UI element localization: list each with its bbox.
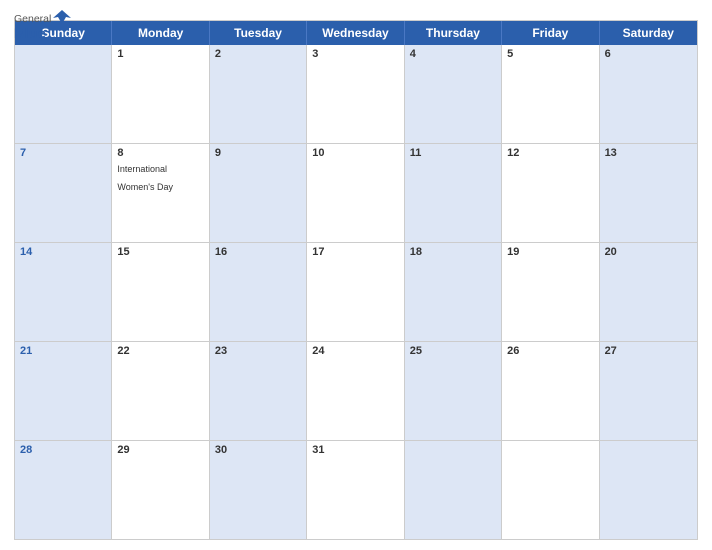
calendar-cell: 25: [405, 342, 502, 440]
calendar-cell: 5: [502, 45, 599, 143]
calendar-cell: 19: [502, 243, 599, 341]
day-number: 27: [605, 345, 692, 357]
calendar-body: 12345678International Women's Day9101112…: [15, 45, 697, 539]
day-number: 24: [312, 345, 398, 357]
day-number: 9: [215, 147, 301, 159]
calendar-cell: 21: [15, 342, 112, 440]
day-number: 7: [20, 147, 106, 159]
logo-bird-icon: [53, 10, 71, 24]
calendar-cell: 22: [112, 342, 209, 440]
calendar-cell: 1: [112, 45, 209, 143]
event-label: International Women's Day: [117, 164, 173, 192]
calendar-cell: 20: [600, 243, 697, 341]
calendar-cell: 29: [112, 441, 209, 539]
day-number: 17: [312, 246, 398, 258]
calendar-cell: [502, 441, 599, 539]
day-number: 13: [605, 147, 692, 159]
calendar-cell: 12: [502, 144, 599, 242]
day-number: 12: [507, 147, 593, 159]
day-number: 11: [410, 147, 496, 159]
calendar-cell: 7: [15, 144, 112, 242]
day-number: 1: [117, 48, 203, 60]
logo-general-text: General: [14, 13, 51, 25]
day-number: 14: [20, 246, 106, 258]
calendar-cell: 28: [15, 441, 112, 539]
calendar-cell: 14: [15, 243, 112, 341]
calendar-cell: 13: [600, 144, 697, 242]
calendar-cell: 2: [210, 45, 307, 143]
calendar-cell: 26: [502, 342, 599, 440]
calendar-page: General Blue SundayMondayTuesdayWednesda…: [0, 0, 712, 550]
day-number: 18: [410, 246, 496, 258]
calendar-week-1: 78 International Women's Day 9 10 11 12 13: [15, 144, 697, 243]
calendar-cell: [15, 45, 112, 143]
calendar-cell: [600, 441, 697, 539]
weekday-header-thursday: Thursday: [405, 21, 502, 45]
day-number: 10: [312, 147, 398, 159]
calendar-cell: 30: [210, 441, 307, 539]
logo-blue-text: Blue: [14, 25, 46, 41]
calendar-cell: 17: [307, 243, 404, 341]
day-number: 4: [410, 48, 496, 60]
day-number: 6: [605, 48, 692, 60]
day-number: 29: [117, 444, 203, 456]
calendar-cell: 23: [210, 342, 307, 440]
weekday-header-row: SundayMondayTuesdayWednesdayThursdayFrid…: [15, 21, 697, 45]
day-number: 19: [507, 246, 593, 258]
calendar-week-2: 14 15 16 17 18 19 20: [15, 243, 697, 342]
calendar-cell: 31: [307, 441, 404, 539]
calendar-cell: 18: [405, 243, 502, 341]
day-number: 16: [215, 246, 301, 258]
weekday-header-friday: Friday: [502, 21, 599, 45]
weekday-header-tuesday: Tuesday: [210, 21, 307, 45]
calendar-grid: SundayMondayTuesdayWednesdayThursdayFrid…: [14, 20, 698, 540]
calendar-week-3: 21 22 23 24 25 26 27: [15, 342, 697, 441]
day-number: 22: [117, 345, 203, 357]
calendar-cell: 27: [600, 342, 697, 440]
day-number: 15: [117, 246, 203, 258]
calendar-cell: 8 International Women's Day: [112, 144, 209, 242]
calendar-week-0: 123456: [15, 45, 697, 144]
calendar-cell: [405, 441, 502, 539]
day-number: 26: [507, 345, 593, 357]
calendar-cell: 6: [600, 45, 697, 143]
calendar-cell: 15: [112, 243, 209, 341]
day-number: 5: [507, 48, 593, 60]
day-number: 23: [215, 345, 301, 357]
calendar-cell: 3: [307, 45, 404, 143]
day-number: 28: [20, 444, 106, 456]
day-number: 3: [312, 48, 398, 60]
day-number: 31: [312, 444, 398, 456]
calendar-cell: 4: [405, 45, 502, 143]
weekday-header-saturday: Saturday: [600, 21, 697, 45]
day-number: 25: [410, 345, 496, 357]
calendar-cell: 9: [210, 144, 307, 242]
day-number: 8: [117, 147, 203, 159]
day-number: 30: [215, 444, 301, 456]
calendar-week-4: 28 29 30 31: [15, 441, 697, 539]
day-number: 20: [605, 246, 692, 258]
weekday-header-monday: Monday: [112, 21, 209, 45]
weekday-header-wednesday: Wednesday: [307, 21, 404, 45]
day-number: 21: [20, 345, 106, 357]
header: General Blue: [14, 10, 698, 14]
calendar-cell: 16: [210, 243, 307, 341]
calendar-cell: 10: [307, 144, 404, 242]
calendar-cell: 11: [405, 144, 502, 242]
calendar-cell: 24: [307, 342, 404, 440]
logo: General Blue: [14, 10, 71, 41]
day-number: 2: [215, 48, 301, 60]
